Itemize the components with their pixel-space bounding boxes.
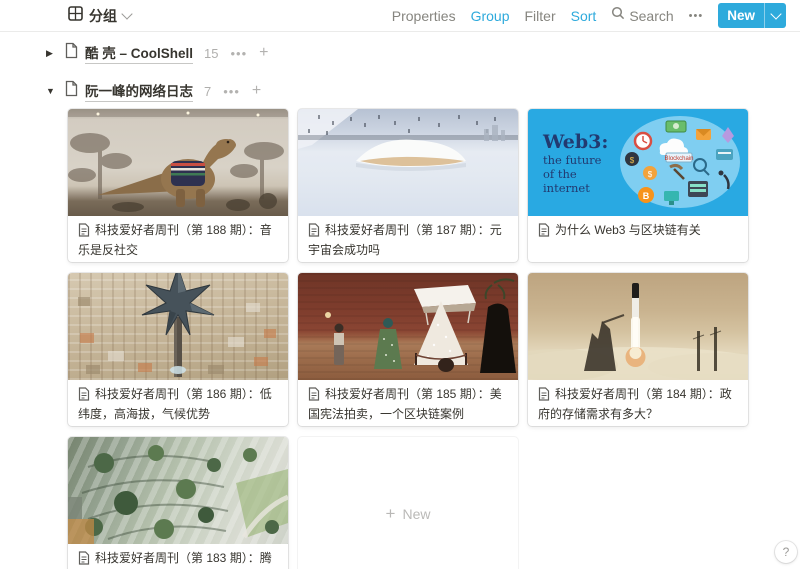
green-building-photo-illustration bbox=[68, 437, 288, 544]
card-issue-186[interactable]: 科技爱好者周刊（第 186 期）：低纬度，高海拔，气候优势 bbox=[68, 273, 288, 426]
card-title: 科技爱好者周刊（第 183 期）：腾讯的员工退休福利 bbox=[68, 544, 288, 569]
properties-button[interactable]: Properties bbox=[392, 8, 456, 24]
card-title: 科技爱好者周刊（第 187 期）：元宇宙会成功吗 bbox=[298, 216, 518, 262]
group-title[interactable]: 酷 壳 – CoolShell bbox=[85, 42, 193, 64]
card-issue-187[interactable]: 科技爱好者周刊（第 187 期）：元宇宙会成功吗 bbox=[298, 109, 518, 262]
page-text-icon bbox=[78, 387, 90, 406]
card-title-text: 为什么 Web3 与区块链有关 bbox=[555, 223, 701, 237]
dinosaur-photo-illustration bbox=[68, 109, 288, 216]
group-more-button[interactable]: ••• bbox=[230, 46, 247, 61]
group-header-ruanyifeng: ▼ 阮一峰的网络日志 7 ••• + bbox=[0, 80, 800, 102]
card-cover-snow-building bbox=[298, 109, 518, 216]
filter-button[interactable]: Filter bbox=[525, 8, 556, 24]
card-cover-web3: Web3: the future of the internet $ bbox=[528, 109, 748, 216]
web3-line1: the future bbox=[543, 153, 608, 167]
card-title-text: 科技爱好者周刊（第 184 期）：政府的存储需求有多大？ bbox=[538, 387, 732, 421]
snow-photo-illustration bbox=[298, 109, 518, 216]
view-toolbar: 分组 Properties Group Filter Sort Search •… bbox=[0, 0, 800, 32]
card-title-text: 科技爱好者周刊（第 187 期）：元宇宙会成功吗 bbox=[308, 223, 502, 257]
svg-text:Blockchain: Blockchain bbox=[664, 156, 693, 162]
card-title: 科技爱好者周刊（第 184 期）：政府的存储需求有多大？ bbox=[528, 380, 748, 426]
new-card-label: New bbox=[402, 506, 430, 522]
card-issue-183[interactable]: 科技爱好者周刊（第 183 期）：腾讯的员工退休福利 bbox=[68, 437, 288, 569]
web3-line2: of the bbox=[543, 167, 608, 181]
svg-text:$: $ bbox=[648, 170, 653, 179]
card-cover-aerial-city bbox=[68, 273, 288, 380]
web3-graphic-text: Web3: the future of the internet bbox=[543, 131, 608, 195]
svg-text:B: B bbox=[643, 191, 650, 201]
search-button[interactable]: Search bbox=[611, 6, 673, 25]
rocket-photo-illustration bbox=[528, 273, 748, 380]
group-count: 7 bbox=[204, 84, 211, 99]
card-title-text: 科技爱好者周刊（第 183 期）：腾讯的员工退休福利 bbox=[78, 551, 272, 569]
page-text-icon bbox=[538, 387, 550, 406]
help-button[interactable]: ? bbox=[775, 541, 797, 563]
chevron-down-icon bbox=[770, 8, 781, 19]
card-issue-188[interactable]: 科技爱好者周刊（第 188 期）：音乐是反社交 bbox=[68, 109, 288, 262]
card-title: 为什么 Web3 与区块链有关 bbox=[528, 216, 748, 248]
group-more-button[interactable]: ••• bbox=[223, 84, 240, 99]
page-text-icon bbox=[308, 223, 320, 242]
card-title: 科技爱好者周刊（第 188 期）：音乐是反社交 bbox=[68, 216, 288, 262]
card-title-text: 科技爱好者周刊（第 185 期）：美国宪法拍卖，一个区块链案例 bbox=[308, 387, 502, 421]
card-title-text: 科技爱好者周刊（第 188 期）：音乐是反社交 bbox=[78, 223, 272, 257]
search-label: Search bbox=[629, 8, 673, 24]
card-cover-brick-plaza bbox=[298, 273, 518, 380]
sort-button[interactable]: Sort bbox=[571, 8, 597, 24]
group-button[interactable]: Group bbox=[471, 8, 510, 24]
group-toggle-icon[interactable]: ▶ bbox=[46, 48, 64, 59]
group-title[interactable]: 阮一峰的网络日志 bbox=[85, 80, 193, 102]
page-text-icon bbox=[538, 223, 550, 242]
new-card-button[interactable]: + New bbox=[298, 437, 518, 569]
group-count: 15 bbox=[204, 46, 218, 61]
page-text-icon bbox=[78, 223, 90, 242]
group-add-button[interactable]: + bbox=[252, 82, 261, 100]
card-web3[interactable]: Web3: the future of the internet $ bbox=[528, 109, 748, 262]
page-text-icon bbox=[78, 551, 90, 569]
gallery-grid: 科技爱好者周刊（第 188 期）：音乐是反社交 bbox=[68, 109, 748, 569]
card-title: 科技爱好者周刊（第 185 期）：美国宪法拍卖，一个区块链案例 bbox=[298, 380, 518, 426]
page-text-icon bbox=[308, 387, 320, 406]
card-cover-dinosaur-museum bbox=[68, 109, 288, 216]
svg-text:$: $ bbox=[630, 156, 635, 165]
card-title: 科技爱好者周刊（第 186 期）：低纬度，高海拔，气候优势 bbox=[68, 380, 288, 426]
toolbar-actions: Properties Group Filter Sort Search ••• … bbox=[392, 3, 786, 28]
card-cover-rocket-launch bbox=[528, 273, 748, 380]
plus-icon: + bbox=[386, 504, 396, 524]
city-photo-illustration bbox=[68, 273, 288, 380]
search-icon bbox=[611, 6, 625, 25]
card-issue-185[interactable]: 科技爱好者周刊（第 185 期）：美国宪法拍卖，一个区块链案例 bbox=[298, 273, 518, 426]
view-switcher[interactable]: 分组 bbox=[68, 6, 131, 26]
more-options-button[interactable]: ••• bbox=[689, 10, 704, 22]
page-icon bbox=[64, 42, 79, 64]
card-issue-184[interactable]: 科技爱好者周刊（第 184 期）：政府的存储需求有多大？ bbox=[528, 273, 748, 426]
card-cover-green-building bbox=[68, 437, 288, 544]
plaza-photo-illustration bbox=[298, 273, 518, 380]
new-button-label: New bbox=[718, 3, 764, 28]
new-dropdown-button[interactable] bbox=[764, 3, 786, 28]
group-header-coolshell: ▶ 酷 壳 – CoolShell 15 ••• + bbox=[0, 42, 800, 64]
card-title-text: 科技爱好者周刊（第 186 期）：低纬度，高海拔，气候优势 bbox=[78, 387, 272, 421]
new-button[interactable]: New bbox=[718, 3, 786, 28]
view-title: 分组 bbox=[89, 6, 117, 26]
web3-line3: internet bbox=[543, 181, 608, 195]
group-toggle-icon[interactable]: ▼ bbox=[46, 86, 64, 96]
gallery-view-icon bbox=[68, 6, 83, 26]
page-icon bbox=[64, 80, 79, 102]
group-add-button[interactable]: + bbox=[259, 44, 268, 62]
web3-heading: Web3: bbox=[543, 131, 608, 153]
chevron-down-icon bbox=[121, 8, 132, 19]
